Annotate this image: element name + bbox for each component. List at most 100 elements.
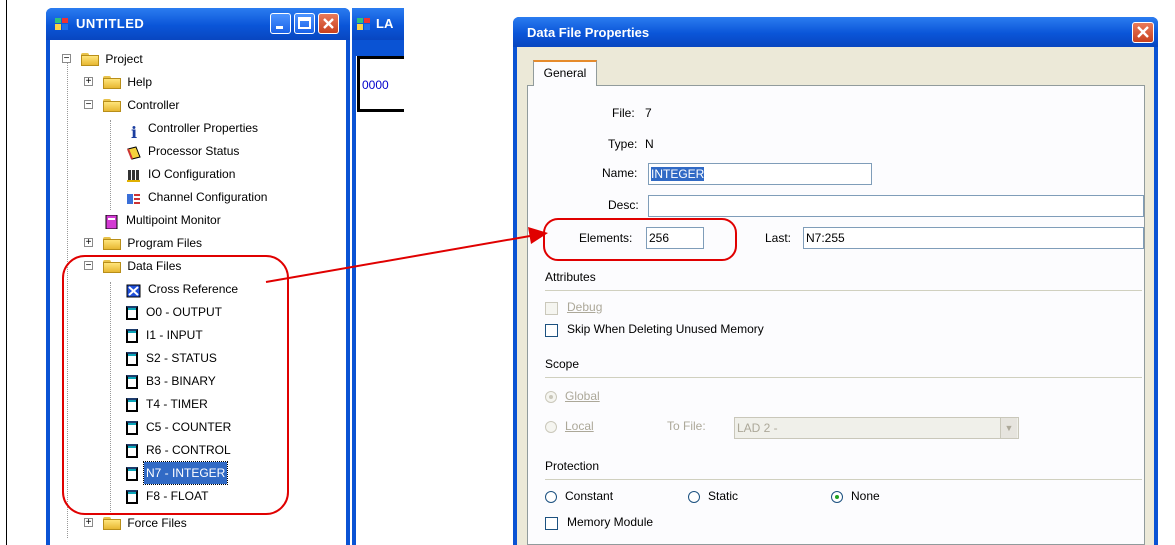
to-file-select[interactable]: LAD 2 - xyxy=(734,417,1019,439)
name-label: Name: xyxy=(602,166,638,180)
to-file-label: To File: xyxy=(667,419,706,433)
folder-icon xyxy=(103,237,122,251)
tree-item-project[interactable]: − Project xyxy=(62,48,145,70)
static-label: Static xyxy=(708,489,739,503)
constant-label: Constant xyxy=(565,489,614,503)
skip-when-deleting-checkbox[interactable] xyxy=(545,324,558,337)
tree-item-data-file[interactable]: S2 - STATUS xyxy=(126,347,219,369)
tree-item-help[interactable]: + Help xyxy=(84,71,154,93)
tree-item-cross-reference[interactable]: Cross Reference xyxy=(126,278,240,300)
none-radio[interactable] xyxy=(831,491,843,503)
project-title-bar[interactable]: UNTITLED xyxy=(46,8,350,40)
name-field[interactable]: INTEGER xyxy=(648,163,872,185)
project-window: UNTITLED − Project + Help − Controller i… xyxy=(46,8,350,545)
memory-module-checkbox[interactable] xyxy=(545,517,558,530)
ladder-app-icon xyxy=(357,18,370,30)
folder-icon xyxy=(81,53,100,67)
tree-item-processor-status[interactable]: Processor Status xyxy=(126,140,241,162)
maximize-icon xyxy=(298,17,311,29)
elements-value: 256 xyxy=(649,231,670,245)
channel-configuration-icon xyxy=(126,191,142,205)
tree-item-controller[interactable]: − Controller xyxy=(84,94,181,116)
maximize-button[interactable] xyxy=(294,13,315,34)
data-file-icon xyxy=(126,397,138,412)
local-radio[interactable] xyxy=(545,421,557,433)
info-icon: i xyxy=(130,122,138,142)
folder-icon xyxy=(103,517,122,531)
multipoint-monitor-icon xyxy=(104,214,120,230)
tree-item-data-files[interactable]: − Data Files xyxy=(84,255,183,277)
collapse-icon[interactable]: − xyxy=(84,100,93,110)
data-file-icon xyxy=(126,420,138,435)
tree-item-data-file[interactable]: R6 - CONTROL xyxy=(126,439,233,461)
expand-icon[interactable]: + xyxy=(84,518,93,528)
chevron-down-icon[interactable]: ▼ xyxy=(1000,418,1017,438)
folder-icon xyxy=(103,260,122,274)
elements-field[interactable]: 256 xyxy=(646,227,704,249)
ladder-window-title: LA xyxy=(376,16,394,31)
to-file-value: LAD 2 - xyxy=(737,421,778,435)
attributes-group-title: Attributes xyxy=(545,270,596,284)
tree-item-channel-configuration[interactable]: Channel Configuration xyxy=(126,186,269,208)
none-label: None xyxy=(851,489,880,503)
tree-guide-line xyxy=(110,282,112,512)
dialog-close-button[interactable] xyxy=(1132,22,1154,43)
data-file-icon xyxy=(126,489,138,504)
close-button[interactable] xyxy=(318,13,339,34)
general-tab-panel xyxy=(527,85,1145,545)
tree-item-io-configuration[interactable]: IO Configuration xyxy=(126,163,237,185)
last-value: N7:255 xyxy=(806,231,845,245)
expand-icon[interactable]: + xyxy=(84,238,93,248)
name-value: INTEGER xyxy=(651,167,705,181)
tree-item-controller-properties[interactable]: i Controller Properties xyxy=(126,117,260,142)
minimize-button[interactable] xyxy=(270,13,291,34)
attributes-divider xyxy=(545,290,1142,291)
tree-guide-line xyxy=(110,120,112,210)
memory-module-label: Memory Module xyxy=(567,515,654,529)
folder-icon xyxy=(103,99,122,113)
dialog-title-bar[interactable]: Data File Properties xyxy=(513,17,1158,47)
tree-item-data-file[interactable]: B3 - BINARY xyxy=(126,370,218,392)
tree-item-force-files[interactable]: + Force Files xyxy=(84,512,189,534)
tree-item-multipoint-monitor[interactable]: Multipoint Monitor xyxy=(104,209,223,231)
static-radio[interactable] xyxy=(688,491,700,503)
skip-when-deleting-label: Skip When Deleting Unused Memory xyxy=(567,322,764,336)
desc-field[interactable] xyxy=(648,195,1144,217)
data-file-icon xyxy=(126,351,138,366)
tree-item-data-file[interactable]: I1 - INPUT xyxy=(126,324,205,346)
processor-status-icon xyxy=(126,145,142,160)
tree-item-data-file[interactable]: T4 - TIMER xyxy=(126,393,210,415)
tree-item-program-files[interactable]: + Program Files xyxy=(84,232,204,254)
global-label: Global xyxy=(565,389,600,403)
io-configuration-icon xyxy=(126,168,142,182)
collapse-icon[interactable]: − xyxy=(84,261,93,271)
folder-icon xyxy=(103,76,122,90)
local-label: Local xyxy=(565,419,594,433)
tree-item-data-file[interactable]: C5 - COUNTER xyxy=(126,416,233,438)
close-icon xyxy=(323,18,334,29)
collapse-icon[interactable]: − xyxy=(62,54,71,64)
ladder-window-title-bar[interactable]: LA xyxy=(352,8,404,40)
protection-divider xyxy=(545,479,1142,480)
project-tree: − Project + Help − Controller i Controlle… xyxy=(50,40,346,545)
rung-number: 0000 xyxy=(362,78,389,92)
last-label: Last: xyxy=(765,231,792,245)
expand-icon[interactable]: + xyxy=(84,77,93,87)
tab-general[interactable]: General xyxy=(533,60,597,86)
debug-checkbox[interactable] xyxy=(545,302,558,315)
document-left-rule xyxy=(6,0,7,545)
tree-item-data-file[interactable]: O0 - OUTPUT xyxy=(126,301,224,323)
last-field[interactable]: N7:255 xyxy=(803,227,1144,249)
data-file-icon xyxy=(126,328,138,343)
close-icon xyxy=(1137,26,1149,38)
data-file-icon xyxy=(126,466,138,481)
ladder-editor[interactable] xyxy=(356,56,404,545)
minimize-icon xyxy=(276,26,283,29)
tree-item-data-file-selected[interactable]: N7 - INTEGER xyxy=(126,461,229,485)
desc-label: Desc: xyxy=(608,198,639,212)
tree-item-data-file[interactable]: F8 - FLOAT xyxy=(126,485,210,507)
global-radio[interactable] xyxy=(545,391,557,403)
cross-reference-icon xyxy=(126,283,142,298)
constant-radio[interactable] xyxy=(545,491,557,503)
type-label: Type: xyxy=(608,137,638,151)
